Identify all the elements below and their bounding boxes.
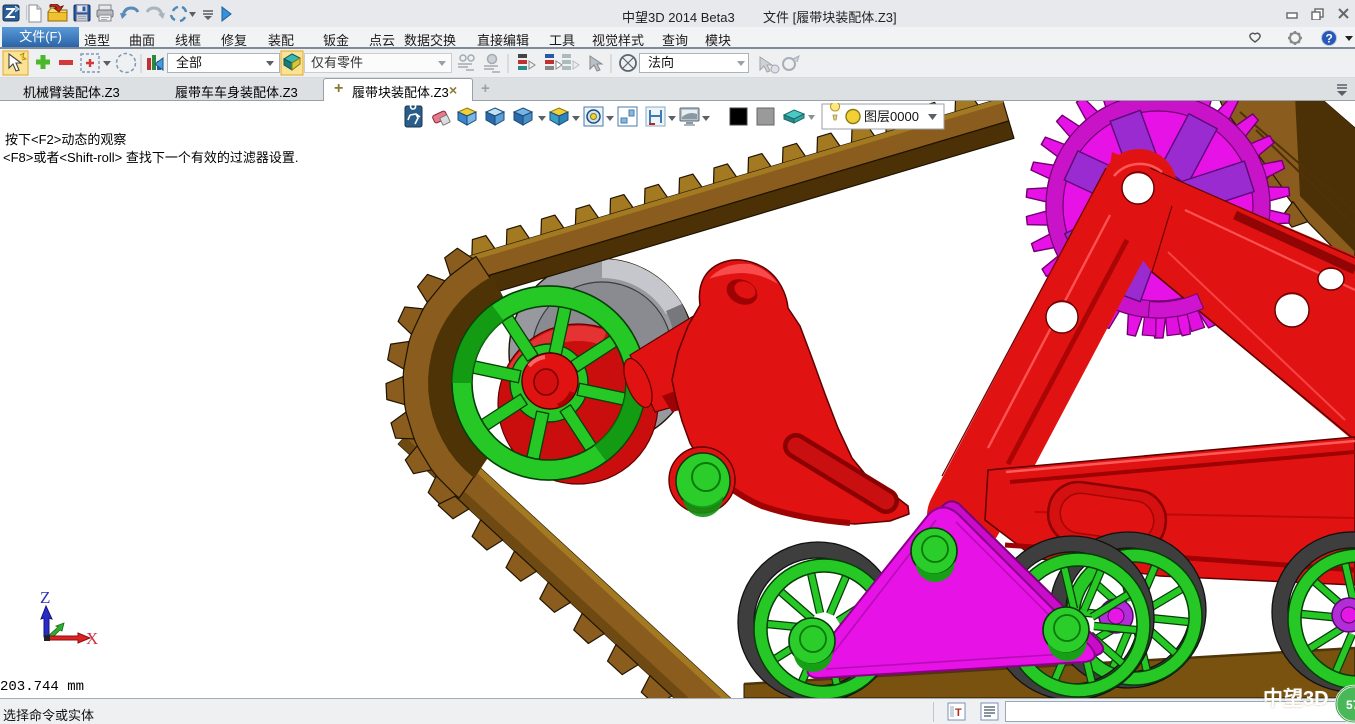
svg-text:X: X [86,629,98,648]
svg-text:Z: Z [40,588,50,607]
svg-text:图层0000: 图层0000 [864,109,919,124]
svg-text:T: T [955,707,962,719]
svg-text:57: 57 [1346,698,1355,712]
svg-text:?: ? [1326,32,1333,46]
